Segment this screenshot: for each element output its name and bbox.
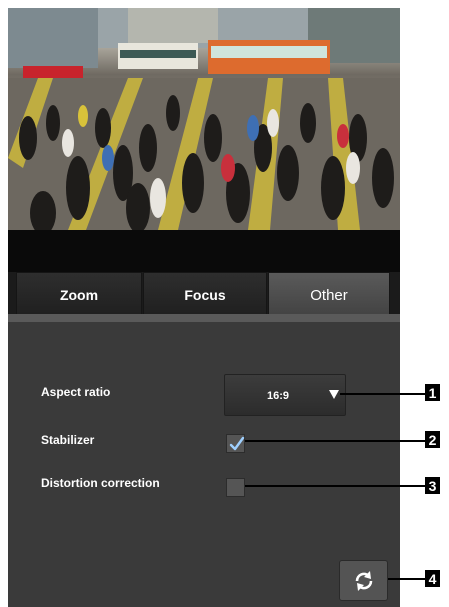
callout-3: 3 — [425, 477, 440, 494]
distortion-correction-label: Distortion correction — [41, 476, 160, 490]
triangle-down-icon — [329, 390, 339, 399]
aspect-ratio-dropdown[interactable]: 16:9 — [224, 374, 346, 416]
callout-line-2 — [245, 440, 425, 442]
camera-remote-screen: Zoom Focus Other Aspect ratio 16:9 Stabi… — [8, 8, 400, 607]
distortion-correction-checkbox[interactable] — [226, 478, 245, 497]
preview-bottom-bar — [8, 230, 400, 272]
callout-line-1 — [340, 393, 425, 395]
callout-4: 4 — [425, 570, 440, 587]
callout-1: 1 — [425, 384, 440, 401]
tab-focus[interactable]: Focus — [143, 272, 267, 318]
stabilizer-checkbox[interactable] — [226, 434, 245, 453]
check-icon — [229, 436, 245, 451]
callout-2: 2 — [425, 431, 440, 448]
callout-line-4 — [388, 578, 425, 580]
tab-bar-edge — [8, 314, 400, 322]
refresh-button[interactable] — [339, 560, 388, 601]
callout-line-3 — [245, 485, 425, 487]
camera-preview-image — [8, 8, 400, 230]
aspect-ratio-label: Aspect ratio — [41, 385, 111, 399]
aspect-ratio-value: 16:9 — [267, 390, 290, 402]
tab-zoom[interactable]: Zoom — [16, 272, 142, 318]
tab-other[interactable]: Other — [268, 272, 390, 318]
refresh-icon — [355, 570, 372, 591]
stabilizer-label: Stabilizer — [41, 433, 95, 447]
